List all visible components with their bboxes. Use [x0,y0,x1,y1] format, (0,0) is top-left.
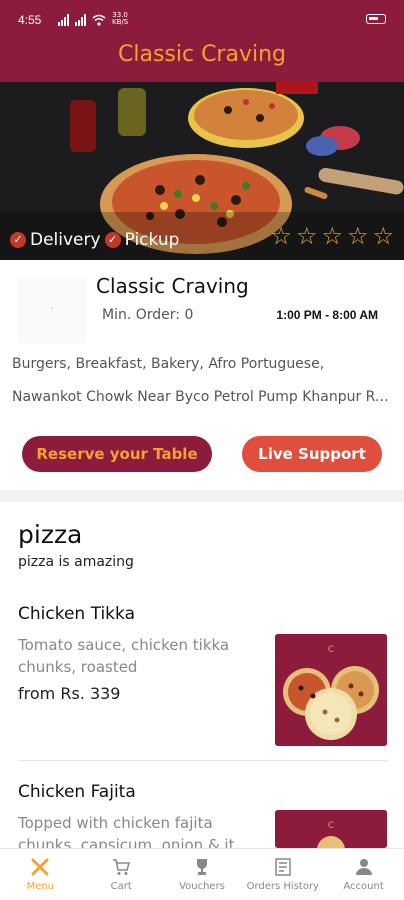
app-header: 4:55 33.0 KB/S Classic Craving [0,0,404,82]
svg-text:C: C [328,821,334,831]
cuisine-list: Burgers, Breakfast, Bakery, Afro Portugu… [12,356,325,372]
battery-icon [366,14,386,24]
nav-label: Menu [26,881,55,892]
nav-account[interactable]: Account [323,849,404,900]
status-time: 4:55 [18,13,42,27]
item-image: C [275,634,387,746]
nav-vouchers[interactable]: Vouchers [162,849,243,900]
signal-icon [58,14,69,26]
wifi-icon [92,14,106,26]
rating-stars: ☆ ☆ ☆ ☆ ☆ [270,222,394,250]
person-icon [355,859,372,875]
page-title: Classic Craving [117,42,286,67]
min-order: Min. Order: 0 [102,307,194,323]
category-description: pizza is amazing [18,554,134,570]
check-icon: ✓ [10,232,26,248]
nav-label: Vouchers [179,881,225,892]
signal-indicators: 33.0 KB/S [58,12,128,26]
section-divider [0,490,404,502]
signal-icon-2 [75,14,86,26]
trophy-icon [196,859,207,875]
item-image: C [275,810,387,848]
item-description: Topped with chicken fajita chunks, capsi… [18,814,235,848]
restaurant-name: Classic Craving [96,274,249,298]
receipt-icon [275,858,291,876]
star-icon: ☆ [295,222,318,250]
item-divider [18,760,388,761]
nav-cart[interactable]: Cart [81,849,162,900]
pickup-badge: Pickup [124,230,180,250]
hero-banner: ✓ Delivery ✓ Pickup ☆ ☆ ☆ ☆ ☆ [0,82,404,260]
check-icon: ✓ [104,232,121,248]
star-icon: ☆ [372,222,394,250]
service-badges: ✓ Delivery ✓ Pickup [10,230,179,250]
star-icon: ☆ [346,222,369,250]
star-icon: ☆ [270,222,292,250]
live-support-button[interactable]: Live Support [242,436,382,472]
delivery-badge: Delivery [30,230,101,250]
nav-label: Orders History [246,881,319,892]
restaurant-info: · Classic Craving Min. Order: 0 1:00 PM … [0,260,404,490]
nav-label: Cart [110,881,132,892]
svg-text:C: C [328,645,334,655]
nav-orders-history[interactable]: Orders History [242,849,323,900]
cart-icon [113,859,131,875]
restaurant-address: Nawankot Chowk Near Byco Petrol Pump Kha… [12,389,392,405]
item-price: from Rs. 339 [18,684,121,703]
item-name: Chicken Fajita [18,782,136,802]
bottom-navigation: Menu Cart Vouchers Orders History Accoun… [0,848,404,900]
opening-hours: 1:00 PM - 8:00 AM [276,308,378,322]
nav-menu[interactable]: Menu [0,849,81,900]
nav-label: Account [343,881,384,892]
item-name: Chicken Tikka [18,604,135,624]
speed-unit: KB/S [112,18,129,26]
restaurant-logo: · [18,276,86,344]
network-speed: 33.0 KB/S [112,12,128,26]
status-bar: 4:55 33.0 KB/S [0,0,404,40]
star-icon: ☆ [321,222,343,250]
fork-knife-icon [31,858,49,876]
category-title: pizza [18,520,83,549]
item-description: Tomato sauce, chicken tikka chunks, roas… [18,636,230,676]
reserve-table-button[interactable]: Reserve your Table [22,436,212,472]
